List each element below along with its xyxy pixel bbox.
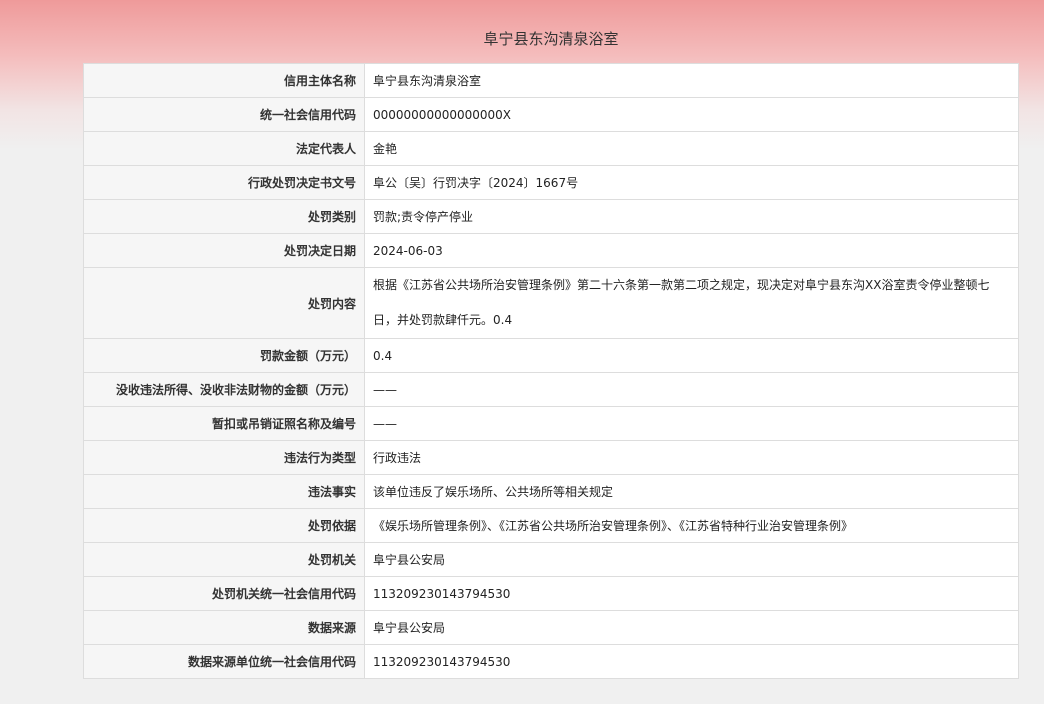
field-value: ——: [364, 406, 1019, 441]
field-value: 0.4: [364, 338, 1019, 373]
field-value: ——: [364, 372, 1019, 407]
row-decision-date: 处罚决定日期 2024-06-03: [83, 233, 1019, 268]
row-credit-subject-name: 信用主体名称 阜宁县东沟清泉浴室: [83, 63, 1019, 98]
field-label: 没收违法所得、没收非法财物的金额（万元）: [83, 372, 365, 407]
field-label: 统一社会信用代码: [83, 97, 365, 132]
field-label: 处罚内容: [83, 267, 365, 339]
field-value: 阜宁县公安局: [364, 610, 1019, 645]
field-label: 数据来源: [83, 610, 365, 645]
field-label: 处罚机关: [83, 542, 365, 577]
row-violation-facts: 违法事实 该单位违反了娱乐场所、公共场所等相关规定: [83, 474, 1019, 509]
row-penalty-content: 处罚内容 根据《江苏省公共场所治安管理条例》第二十六条第一款第二项之规定，现决定…: [83, 267, 1019, 339]
field-label: 暂扣或吊销证照名称及编号: [83, 406, 365, 441]
field-label: 处罚依据: [83, 508, 365, 543]
row-penalty-authority: 处罚机关 阜宁县公安局: [83, 542, 1019, 577]
field-value: 2024-06-03: [364, 233, 1019, 268]
field-label: 数据来源单位统一社会信用代码: [83, 644, 365, 679]
field-value: 《娱乐场所管理条例》、《江苏省公共场所治安管理条例》、《江苏省特种行业治安管理条…: [364, 508, 1019, 543]
page-title: 阜宁县东沟清泉浴室: [483, 30, 619, 48]
field-label: 违法行为类型: [83, 440, 365, 475]
field-value: 113209230143794530: [364, 644, 1019, 679]
row-authority-credit-code: 处罚机关统一社会信用代码 113209230143794530: [83, 576, 1019, 611]
field-value: 113209230143794530: [364, 576, 1019, 611]
field-label: 信用主体名称: [83, 63, 365, 98]
row-confiscation-amount: 没收违法所得、没收非法财物的金额（万元） ——: [83, 372, 1019, 407]
row-data-source: 数据来源 阜宁县公安局: [83, 610, 1019, 645]
field-value: 阜公〔吴〕行罚决字〔2024〕1667号: [364, 165, 1019, 200]
field-label: 罚款金额（万元）: [83, 338, 365, 373]
row-license-revocation: 暂扣或吊销证照名称及编号 ——: [83, 406, 1019, 441]
row-fine-amount: 罚款金额（万元） 0.4: [83, 338, 1019, 373]
field-value: 罚款;责令停产停业: [364, 199, 1019, 234]
row-violation-type: 违法行为类型 行政违法: [83, 440, 1019, 475]
field-value: 阜宁县公安局: [364, 542, 1019, 577]
row-credit-code: 统一社会信用代码 00000000000000000X: [83, 97, 1019, 132]
field-label: 处罚决定日期: [83, 233, 365, 268]
field-value: 该单位违反了娱乐场所、公共场所等相关规定: [364, 474, 1019, 509]
field-label: 处罚类别: [83, 199, 365, 234]
row-penalty-basis: 处罚依据 《娱乐场所管理条例》、《江苏省公共场所治安管理条例》、《江苏省特种行业…: [83, 508, 1019, 543]
field-label: 法定代表人: [83, 131, 365, 166]
row-decision-number: 行政处罚决定书文号 阜公〔吴〕行罚决字〔2024〕1667号: [83, 165, 1019, 200]
field-value: 阜宁县东沟清泉浴室: [364, 63, 1019, 98]
field-value: 00000000000000000X: [364, 97, 1019, 132]
row-legal-representative: 法定代表人 金艳: [83, 131, 1019, 166]
field-value: 金艳: [364, 131, 1019, 166]
field-value: 根据《江苏省公共场所治安管理条例》第二十六条第一款第二项之规定，现决定对阜宁县东…: [364, 267, 1019, 339]
penalty-record-table: 信用主体名称 阜宁县东沟清泉浴室 统一社会信用代码 00000000000000…: [83, 63, 1019, 679]
field-label: 处罚机关统一社会信用代码: [83, 576, 365, 611]
field-label: 违法事实: [83, 474, 365, 509]
row-penalty-category: 处罚类别 罚款;责令停产停业: [83, 199, 1019, 234]
row-data-source-credit-code: 数据来源单位统一社会信用代码 113209230143794530: [83, 644, 1019, 679]
field-value: 行政违法: [364, 440, 1019, 475]
field-label: 行政处罚决定书文号: [83, 165, 365, 200]
